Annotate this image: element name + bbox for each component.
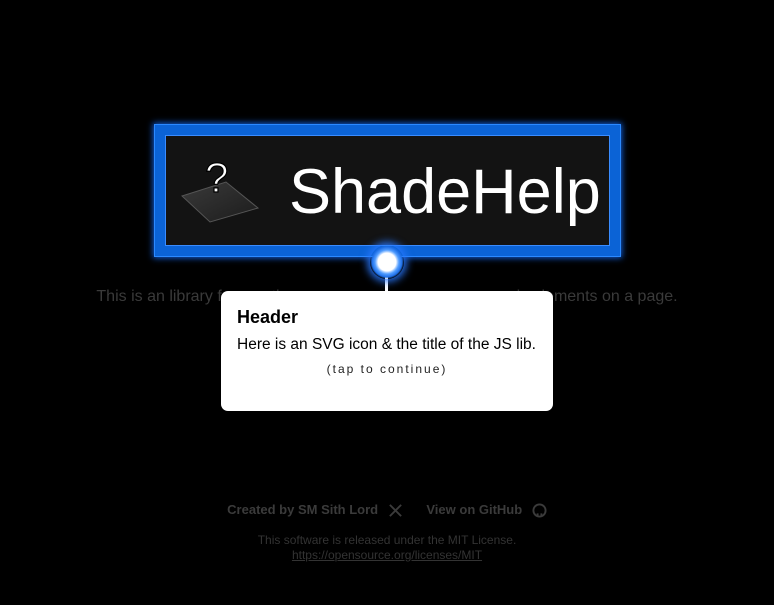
created-by-link[interactable]: Created by SM Sith Lord: [227, 502, 403, 518]
x-logo-icon: [388, 503, 402, 517]
app-title: ShadeHelp: [289, 157, 601, 227]
stage: This is an library for creati eneric elem…: [0, 0, 774, 605]
tooltip-body: Here is an SVG icon & the title of the J…: [237, 336, 536, 353]
created-by-label: Created by SM Sith Lord: [227, 501, 379, 517]
header: ? ShadeHelp: [165, 135, 610, 246]
github-label: View on GitHub: [426, 501, 523, 517]
footer-links: Created by SM Sith Lord View on GitHub: [0, 501, 774, 518]
github-link[interactable]: View on GitHub: [426, 501, 547, 518]
tap-to-continue[interactable]: (tap to continue): [237, 362, 537, 376]
question-mark-on-tilted-plane-icon: ?: [181, 153, 260, 223]
license-text: This software is released under the MIT …: [257, 533, 517, 547]
header-highlight: ? ShadeHelp: [154, 124, 621, 257]
license-notice: This software is released under the MIT …: [0, 533, 774, 563]
tooltip-title: Header: [237, 307, 299, 327]
github-logo-icon: [532, 503, 547, 518]
highlight-pointer: [370, 245, 404, 279]
license-link[interactable]: https://opensource.org/licenses/MIT: [0, 548, 774, 563]
help-tooltip[interactable]: Header Here is an SVG icon & the title o…: [221, 291, 553, 411]
svg-text:?: ?: [205, 154, 228, 201]
